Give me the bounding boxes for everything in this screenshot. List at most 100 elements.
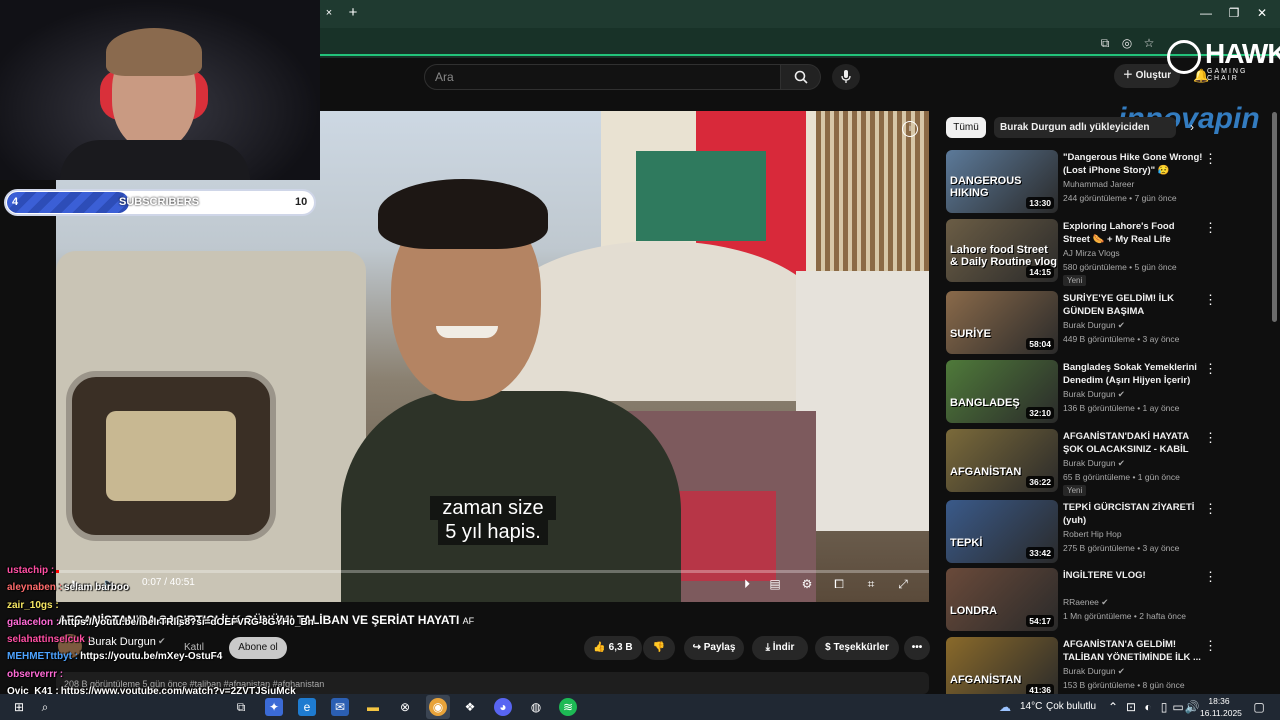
related-channel[interactable]: Burak Durgun ✔	[1063, 389, 1125, 400]
tray-chevron-up-icon[interactable]: ⌃	[1104, 698, 1122, 716]
related-channel[interactable]: Burak Durgun ✔	[1063, 320, 1125, 331]
more-vertical-icon[interactable]: ⋮	[1204, 221, 1217, 235]
related-channel[interactable]: Burak Durgun ✔	[1063, 666, 1125, 677]
caption-line-1: zaman size	[430, 496, 556, 520]
chip-all[interactable]: Tümü	[946, 117, 986, 138]
related-meta: 1 Mn görüntüleme • 2 hafta önce	[1063, 611, 1186, 621]
chat-username: MEHMETttbyt :	[7, 651, 79, 662]
search-icon[interactable]: ⌕	[36, 698, 54, 716]
related-title[interactable]: AFGANİSTAN'A GELDİM! TALİBAN YÖNETİMİNDE…	[1063, 638, 1203, 664]
obs-icon[interactable]: ◍	[527, 698, 545, 716]
edge-icon[interactable]: e	[298, 698, 316, 716]
search-input[interactable]: Ara	[424, 64, 781, 90]
related-thumbnail[interactable]: Lahore food Street & Daily Routine vlog 1…	[946, 219, 1058, 282]
related-meta: 65 B görüntüleme • 1 gün önce	[1063, 472, 1180, 482]
related-thumbnail[interactable]: BANGLADEŞ 32:10	[946, 360, 1058, 423]
subscriber-label: SUBSCRIBERS	[119, 196, 200, 208]
chat-username: galacelon :	[7, 617, 60, 628]
related-thumbnail[interactable]: SURİYE 58:04	[946, 291, 1058, 354]
related-channel[interactable]: Burak Durgun ✔	[1063, 458, 1125, 469]
file-explorer-icon[interactable]: ▬	[364, 698, 382, 716]
app-icon[interactable]: ❖	[461, 698, 479, 716]
video-progress-bar[interactable]	[56, 570, 929, 573]
xbox-icon[interactable]: ⊗	[396, 698, 414, 716]
tab-close-button[interactable]: ×	[322, 6, 336, 20]
eye-off-icon[interactable]: ◎	[1118, 34, 1136, 52]
dislike-button[interactable]: 👎	[643, 636, 675, 660]
chat-username: selahattinselcuk :	[7, 634, 91, 645]
autoplay-toggle-icon[interactable]: ⏵	[738, 576, 756, 592]
related-thumbnail[interactable]: LONDRA 54:17	[946, 568, 1058, 631]
channel-name[interactable]: Burak Durgun	[88, 636, 156, 648]
settings-gear-icon[interactable]: ⚙	[798, 576, 816, 592]
more-vertical-icon[interactable]: ⋮	[1204, 293, 1217, 307]
related-title[interactable]: AFGANİSTAN'DAKİ HAYATA ŞOK OLACAKSINIZ -…	[1063, 430, 1203, 457]
volume-icon[interactable]: 🔊	[1183, 698, 1201, 716]
thanks-button[interactable]: $ Teşekkürler	[815, 636, 899, 660]
related-thumbnail[interactable]: TEPKİ 33:42	[946, 500, 1058, 563]
fullscreen-icon[interactable]: ⤢	[894, 576, 912, 592]
related-channel[interactable]: RRaenee ✔	[1063, 597, 1108, 608]
related-title[interactable]: Exploring Lahore's Food Street 🌭 + My Re…	[1063, 220, 1203, 247]
window-maximize-button[interactable]: ❐	[1224, 4, 1244, 22]
chat-text: https://youtu.be/mXey-OstuF4	[80, 651, 223, 662]
subtitles-icon[interactable]: ▤	[766, 576, 784, 592]
more-vertical-icon[interactable]: ⋮	[1204, 570, 1217, 584]
bookmark-star-icon[interactable]: ☆	[1140, 34, 1158, 52]
spotify-icon[interactable]: ≋	[559, 698, 577, 716]
tray-app-icon[interactable]: ⊡	[1122, 698, 1140, 716]
subscribe-button[interactable]: Abone ol	[229, 637, 287, 659]
chat-username: ustachip :	[7, 565, 55, 576]
window-minimize-button[interactable]: —	[1196, 4, 1216, 22]
download-button[interactable]: ⤓ İndir	[752, 636, 808, 660]
chat-message: observerrr :	[7, 669, 65, 680]
new-tab-button[interactable]: +	[345, 4, 361, 22]
weather-temperature[interactable]: 14°C	[1020, 701, 1042, 712]
download-label: İndir	[772, 642, 795, 653]
notification-icon[interactable]: ▢	[1250, 698, 1268, 716]
related-title[interactable]: Bangladeş Sokak Yemeklerini Denedim (Aşı…	[1063, 361, 1203, 388]
sidebar-scrollbar[interactable]	[1272, 112, 1277, 322]
chrome-icon[interactable]: ◉	[429, 698, 447, 716]
more-vertical-icon[interactable]: ⋮	[1204, 639, 1217, 653]
voice-search-button[interactable]	[832, 64, 860, 90]
thumbs-up-icon: 👍	[593, 642, 609, 653]
outlook-icon[interactable]: ✉	[331, 698, 349, 716]
related-thumbnail[interactable]: AFGANİSTAN 41:36	[946, 637, 1058, 700]
window-close-button[interactable]: ✕	[1252, 4, 1272, 22]
more-vertical-icon[interactable]: ⋮	[1204, 431, 1217, 445]
related-title[interactable]: İNGİLTERE VLOG!	[1063, 569, 1203, 582]
more-vertical-icon[interactable]: ⋮	[1204, 362, 1217, 376]
like-button[interactable]: 👍 6,3 B	[584, 636, 642, 660]
share-button[interactable]: ↪ Paylaş	[684, 636, 744, 660]
chevron-right-icon[interactable]: ›	[1190, 120, 1202, 136]
new-badge: Yeni	[1063, 485, 1087, 496]
duration-badge: 58:04	[1026, 338, 1054, 350]
more-vertical-icon[interactable]: ⋮	[1204, 152, 1217, 166]
weather-description[interactable]: Çok bulutlu	[1046, 701, 1096, 712]
info-icon[interactable]: i	[902, 121, 918, 137]
related-thumbnail[interactable]: AFGANİSTAN 36:22	[946, 429, 1058, 492]
clock-time[interactable]: 18:36	[1200, 696, 1238, 706]
discord-icon[interactable]: ◕	[494, 698, 512, 716]
related-title[interactable]: SURİYE'YE GELDİM! İLK GÜNDEN BAŞIMA GELE…	[1063, 292, 1203, 319]
cast-icon[interactable]: ⌗	[862, 576, 880, 592]
related-channel[interactable]: AJ Mirza Vlogs	[1063, 248, 1120, 258]
install-app-icon[interactable]: ⧉	[1096, 34, 1114, 52]
more-actions-button[interactable]: •••	[904, 636, 930, 660]
more-vertical-icon[interactable]: ⋮	[1204, 502, 1217, 516]
miniplayer-icon[interactable]: ⧠	[830, 576, 848, 592]
related-title[interactable]: "Dangerous Hike Gone Wrong! (Lost iPhone…	[1063, 151, 1203, 177]
windows-start-icon[interactable]: ⊞	[10, 698, 28, 716]
search-button[interactable]	[781, 64, 821, 90]
task-view-icon[interactable]: ⧉	[232, 698, 250, 716]
related-thumbnail[interactable]: DANGEROUS HIKING 13:30	[946, 150, 1058, 213]
related-channel[interactable]: Robert Hip Hop	[1063, 529, 1122, 539]
copilot-icon[interactable]: ✦	[265, 698, 283, 716]
related-title[interactable]: TEPKİ GÜRCİSTAN ZİYARETİ (yuh)	[1063, 501, 1203, 527]
chat-username: zair_10gs :	[7, 600, 59, 611]
clock-date[interactable]: 16.11.2025	[1200, 708, 1242, 718]
related-channel[interactable]: Muhammad Jareer	[1063, 179, 1134, 189]
chip-uploader[interactable]: Burak Durgun adlı yükleyiciden	[994, 117, 1176, 138]
microphone-icon	[841, 70, 851, 83]
